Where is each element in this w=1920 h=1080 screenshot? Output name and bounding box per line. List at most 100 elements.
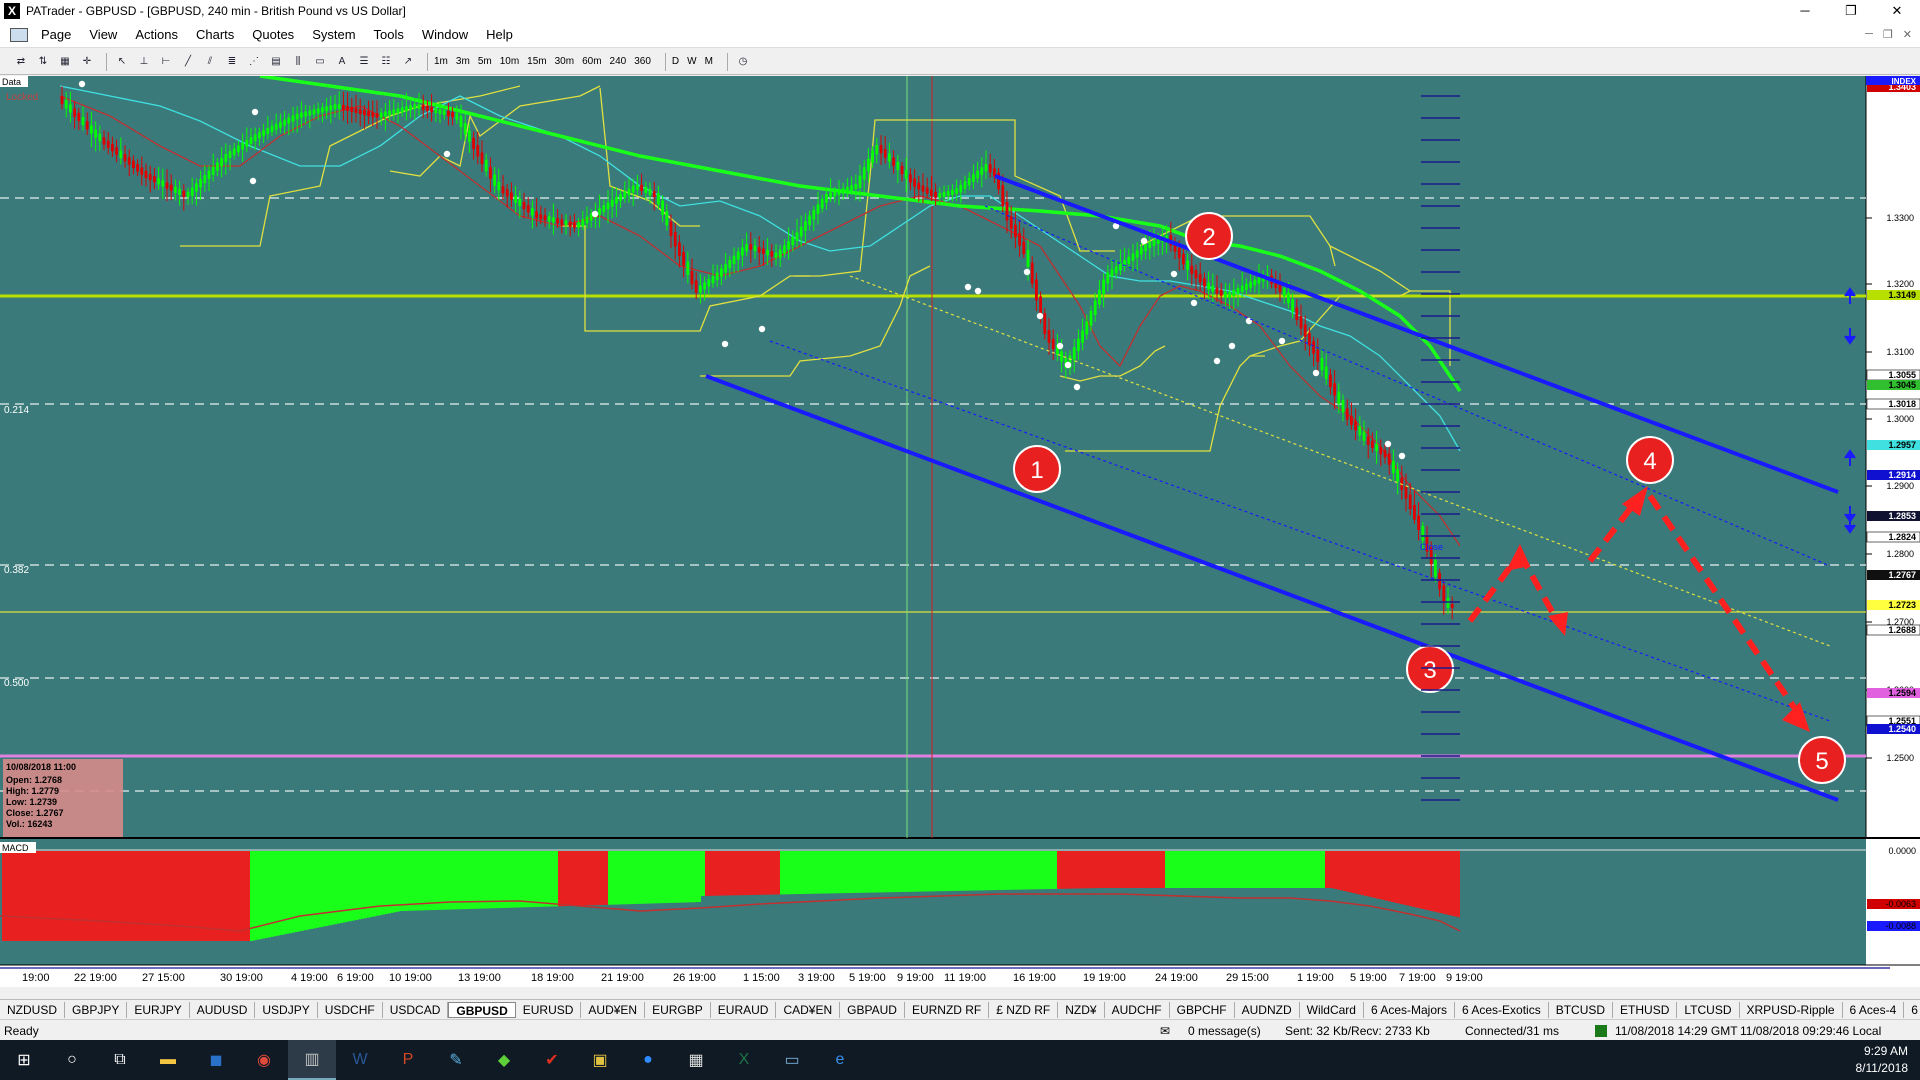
maximize-button[interactable]: ❐ xyxy=(1828,0,1874,22)
wave-marker-3[interactable]: 3 xyxy=(1406,645,1454,693)
patrader-taskbar-icon[interactable]: ▥ xyxy=(288,1040,336,1080)
fibonacci-icon[interactable]: ≣ xyxy=(223,53,241,71)
notes-icon[interactable]: ✎ xyxy=(432,1040,480,1080)
buy-icon[interactable]: ⇄ xyxy=(12,53,30,71)
timeframe-15m[interactable]: 15m xyxy=(527,56,546,67)
mdi-close-button[interactable]: ✕ xyxy=(1903,28,1912,41)
price-tag[interactable]: 1.2688 xyxy=(1866,624,1920,636)
timeframe-30m[interactable]: 30m xyxy=(555,56,574,67)
wave-marker-5[interactable]: 5 xyxy=(1798,736,1846,784)
outlook-icon[interactable]: ◼ xyxy=(192,1040,240,1080)
word-icon[interactable]: W xyxy=(336,1040,384,1080)
gann-icon[interactable]: ▤ xyxy=(267,53,285,71)
symbol-tab-gbpjpy[interactable]: GBPJPY xyxy=(65,1001,128,1018)
menu-actions[interactable]: Actions xyxy=(126,27,187,42)
price-panel[interactable] xyxy=(0,76,1866,838)
screen-icon[interactable]: ▭ xyxy=(768,1040,816,1080)
cursor-icon[interactable]: ↖ xyxy=(113,53,131,71)
price-tag[interactable]: 1.2540 xyxy=(1867,724,1920,734)
symbol-tab-6-aces-2[interactable]: 6 aces 2 xyxy=(1904,1002,1920,1018)
timeframe-m[interactable]: M xyxy=(705,56,713,67)
edge-icon[interactable]: e xyxy=(816,1040,864,1080)
symbol-tab-6-aces-exotics[interactable]: 6 Aces-Exotics xyxy=(1455,1001,1549,1018)
wave-marker-1[interactable]: 1 xyxy=(1013,445,1061,493)
symbol-tab-audnzd[interactable]: AUDNZD xyxy=(1235,1001,1300,1018)
symbol-tab-usdjpy[interactable]: USDJPY xyxy=(255,1001,318,1018)
symbol-tab-aud-en[interactable]: AUD¥EN xyxy=(581,1001,646,1018)
status-messages[interactable]: 0 message(s) xyxy=(1188,1024,1261,1038)
symbol-tab-usdcad[interactable]: USDCAD xyxy=(383,1001,449,1018)
price-tag[interactable]: 1.2594 xyxy=(1867,688,1920,698)
price-tag[interactable]: 1.2767 xyxy=(1867,570,1920,580)
symbol-tab-gbpchf[interactable]: GBPCHF xyxy=(1170,1001,1235,1018)
timeframe-240[interactable]: 240 xyxy=(610,56,627,67)
wave-marker-4[interactable]: 4 xyxy=(1626,436,1674,484)
timeframe-5m[interactable]: 5m xyxy=(478,56,492,67)
symbol-tab-cad-en[interactable]: CAD¥EN xyxy=(776,1001,841,1018)
menu-tools[interactable]: Tools xyxy=(365,27,413,42)
windows-start-icon[interactable]: ⊞ xyxy=(0,1040,48,1080)
close-button[interactable]: ✕ xyxy=(1874,0,1920,22)
menu-charts[interactable]: Charts xyxy=(187,27,243,42)
menu-window[interactable]: Window xyxy=(413,27,477,42)
timeframe-1m[interactable]: 1m xyxy=(434,56,448,67)
ninjatrader-icon[interactable]: ◆ xyxy=(480,1040,528,1080)
channel-icon[interactable]: ⫽ xyxy=(201,53,219,71)
powerpoint-icon[interactable]: P xyxy=(384,1040,432,1080)
timeframe-w[interactable]: W xyxy=(687,56,696,67)
menu-view[interactable]: View xyxy=(80,27,126,42)
symbol-tab-btcusd[interactable]: BTCUSD xyxy=(1549,1001,1614,1018)
symbol-tab-gbpaud[interactable]: GBPAUD xyxy=(840,1001,905,1018)
cycle-lines-icon[interactable]: ⫼ xyxy=(289,53,307,71)
symbol-tab-eurnzd-rf[interactable]: EURNZD RF xyxy=(905,1001,990,1018)
horizontal-line-icon[interactable]: ⊥ xyxy=(135,53,153,71)
symbol-tab-audusd[interactable]: AUDUSD xyxy=(190,1001,256,1018)
taskbar-clock[interactable]: 9:29 AM 8/11/2018 xyxy=(1856,1043,1909,1077)
symbol-tab-wildcard[interactable]: WildCard xyxy=(1300,1001,1364,1018)
symbol-tab-ltcusd[interactable]: LTCUSD xyxy=(1677,1001,1740,1018)
price-tag[interactable]: 1.2957 xyxy=(1867,440,1920,450)
minimize-button[interactable]: ─ xyxy=(1782,0,1828,22)
symbol-tab-xrpusd-ripple[interactable]: XRPUSD-Ripple xyxy=(1740,1001,1843,1018)
search-icon[interactable]: ○ xyxy=(48,1040,96,1080)
symbol-tab-usdchf[interactable]: USDCHF xyxy=(318,1001,383,1018)
symbol-tab-6-aces-4[interactable]: 6 Aces-4 xyxy=(1843,1001,1905,1018)
app-red-icon[interactable]: ✔ xyxy=(528,1040,576,1080)
fib-fan-icon[interactable]: ⋰ xyxy=(245,53,263,71)
sell-icon[interactable]: ⇅ xyxy=(34,53,52,71)
calculator-icon[interactable]: ▦ xyxy=(672,1040,720,1080)
menu-system[interactable]: System xyxy=(303,27,364,42)
symbol-tab-6-aces-majors[interactable]: 6 Aces-Majors xyxy=(1364,1001,1455,1018)
symbol-tab-nzd-[interactable]: NZD¥ xyxy=(1058,1001,1105,1018)
symbol-tab-nzdusd[interactable]: NZDUSD xyxy=(0,1001,65,1018)
symbol-tab--nzd-rf[interactable]: £ NZD RF xyxy=(989,1001,1059,1018)
excel-icon[interactable]: X xyxy=(720,1040,768,1080)
trend-line-icon[interactable]: ╱ xyxy=(179,53,197,71)
price-tag[interactable]: 1.3045 xyxy=(1867,380,1920,390)
zoom-icon[interactable]: ● xyxy=(624,1040,672,1080)
price-tag[interactable]: 1.3055 xyxy=(1866,369,1920,381)
symbol-tab-eurgbp[interactable]: EURGBP xyxy=(645,1001,711,1018)
symbol-tab-ethusd[interactable]: ETHUSD xyxy=(1613,1001,1678,1018)
rectangle-icon[interactable]: ▭ xyxy=(311,53,329,71)
price-tag[interactable]: 1.2824 xyxy=(1866,531,1920,543)
chart-window[interactable]: 1 2 3 4 5 Close Data Locked 0.214 0.382 … xyxy=(0,76,1920,987)
price-tag[interactable]: 1.2853 xyxy=(1867,511,1920,521)
task-view-icon[interactable]: ⧉ xyxy=(96,1040,144,1080)
clock-icon[interactable]: ◷ xyxy=(734,53,752,71)
message-icon[interactable]: ✉ xyxy=(1160,1024,1170,1038)
timeframe-60m[interactable]: 60m xyxy=(582,56,601,67)
timeframe-360[interactable]: 360 xyxy=(634,56,651,67)
levels-icon[interactable]: ☰ xyxy=(355,53,373,71)
symbol-tab-eurusd[interactable]: EURUSD xyxy=(516,1001,582,1018)
timeframe-10m[interactable]: 10m xyxy=(500,56,519,67)
timeframe-3m[interactable]: 3m xyxy=(456,56,470,67)
symbol-tab-euraud[interactable]: EURAUD xyxy=(711,1001,777,1018)
chrome-icon[interactable]: ◉ xyxy=(240,1040,288,1080)
symbol-tab-gbpusd[interactable]: GBPUSD xyxy=(448,1001,516,1018)
symbol-tab-eurjpy[interactable]: EURJPY xyxy=(127,1001,190,1018)
levels-alt-icon[interactable]: ☷ xyxy=(377,53,395,71)
menu-page[interactable]: Page xyxy=(32,27,80,42)
price-tag[interactable]: 1.3149 xyxy=(1867,290,1920,300)
crosshair-icon[interactable]: ✛ xyxy=(78,53,96,71)
